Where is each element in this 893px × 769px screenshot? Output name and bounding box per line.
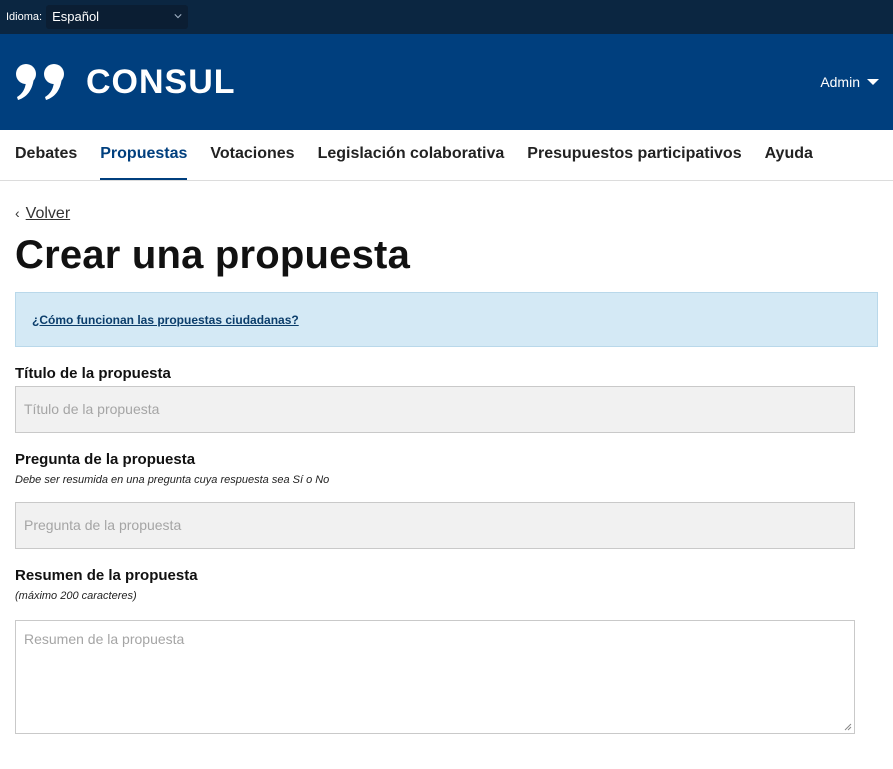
quote-logo-icon xyxy=(16,64,64,100)
help-callout: ¿Cómo funcionan las propuestas ciudadana… xyxy=(15,292,878,347)
question-field-label: Pregunta de la propuesta xyxy=(15,451,196,468)
back-link[interactable]: ‹ Volver xyxy=(15,205,878,223)
summary-field-label: Resumen de la propuesta xyxy=(15,567,198,584)
question-help-text: Debe ser resumida en una pregunta cuya r… xyxy=(15,474,330,486)
nav-item-debates[interactable]: Debates xyxy=(15,130,77,180)
admin-label: Admin xyxy=(820,74,860,90)
brand-name: CONSUL xyxy=(86,62,236,101)
language-value: Español xyxy=(52,9,100,24)
nav-item-votaciones[interactable]: Votaciones xyxy=(210,130,294,180)
title-field-label: Título de la propuesta xyxy=(15,365,171,382)
proposal-form: Título de la propuesta Título de la prop… xyxy=(0,365,893,734)
page-title: Crear una propuesta xyxy=(15,233,411,277)
summary-textarea[interactable]: Resumen de la propuesta xyxy=(15,620,855,734)
language-select[interactable]: Español xyxy=(46,5,189,29)
title-input[interactable]: Título de la propuesta xyxy=(15,386,855,433)
summary-placeholder: Resumen de la propuesta xyxy=(24,631,185,647)
brand-logo[interactable]: CONSUL xyxy=(14,62,236,102)
chevron-left-icon: ‹ xyxy=(15,204,20,221)
nav-item-ayuda[interactable]: Ayuda xyxy=(765,130,813,180)
resize-handle-icon[interactable] xyxy=(844,723,852,731)
main-nav: Debates Propuestas Votaciones Legislació… xyxy=(0,130,893,181)
back-link-label[interactable]: Volver xyxy=(26,205,70,223)
top-bar: Idioma: Español xyxy=(0,0,893,34)
caret-down-icon xyxy=(867,79,879,85)
site-header: CONSUL Admin xyxy=(0,34,893,130)
summary-help-text: (máximo 200 caracteres) xyxy=(15,590,137,602)
admin-menu[interactable]: Admin xyxy=(820,74,879,90)
nav-item-propuestas[interactable]: Propuestas xyxy=(100,130,188,180)
question-input[interactable]: Pregunta de la propuesta xyxy=(15,502,855,549)
nav-item-legislacion[interactable]: Legislación colaborativa xyxy=(318,130,505,180)
help-link[interactable]: ¿Cómo funcionan las propuestas ciudadana… xyxy=(32,313,299,327)
language-label: Idioma: xyxy=(6,11,43,23)
main-content: ‹ Volver Crear una propuesta ¿Cómo funci… xyxy=(0,205,893,347)
nav-item-presupuestos[interactable]: Presupuestos participativos xyxy=(527,130,741,180)
chevron-down-icon xyxy=(174,14,182,19)
